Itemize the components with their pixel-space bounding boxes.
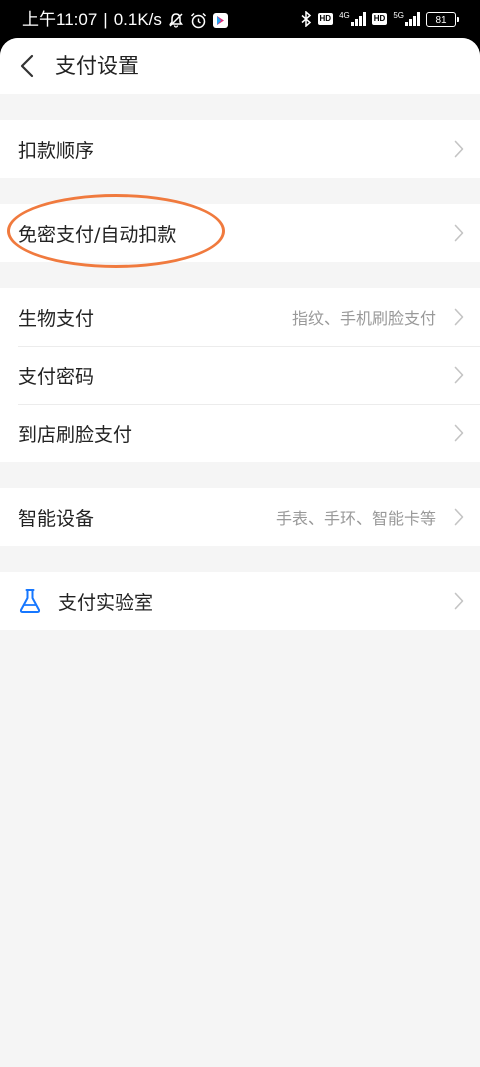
section-security: 生物支付 指纹、手机刷脸支付 支付密码 到店刷脸支付 — [0, 288, 480, 462]
chevron-right-icon — [454, 424, 464, 442]
hd-badge-1: HD — [317, 13, 334, 25]
deduction-order-row[interactable]: 扣款顺序 — [0, 120, 480, 178]
signal-icon: 4G — [339, 12, 366, 26]
nav-bar: 支付设置 — [0, 38, 480, 94]
row-label: 到店刷脸支付 — [18, 423, 133, 446]
chevron-right-icon — [454, 508, 464, 526]
chevron-right-icon — [454, 224, 464, 242]
chevron-right-icon — [454, 366, 464, 384]
payment-settings-page: 支付设置 扣款顺序 免密支付/自动扣款 生物支付 指纹、手机刷脸支付 支付密码 … — [0, 38, 480, 1067]
battery-indicator: 81 — [426, 11, 459, 27]
in-store-face-payment-row[interactable]: 到店刷脸支付 — [0, 404, 480, 462]
chevron-right-icon — [454, 592, 464, 610]
status-time: 上午11:07 — [22, 10, 98, 29]
chevron-left-icon[interactable] — [16, 53, 40, 79]
section-lab: 支付实验室 — [0, 572, 480, 630]
password-free-payment-row[interactable]: 免密支付/自动扣款 — [0, 204, 480, 262]
smart-devices-row[interactable]: 智能设备 手表、手环、智能卡等 — [0, 488, 480, 546]
status-separator: | — [103, 10, 108, 29]
row-value: 指纹、手机刷脸支付 — [291, 309, 436, 328]
row-label: 智能设备 — [18, 507, 95, 530]
row-label: 支付实验室 — [58, 591, 154, 614]
biometric-payment-row[interactable]: 生物支付 指纹、手机刷脸支付 — [0, 288, 480, 346]
page-title: 支付设置 — [55, 54, 139, 78]
chevron-right-icon — [454, 308, 464, 326]
network-speed: 0.1K/s — [113, 10, 162, 29]
row-value: 手表、手环、智能卡等 — [275, 509, 436, 528]
row-label: 生物支付 — [18, 307, 95, 330]
flask-icon — [19, 589, 41, 613]
battery-level: 81 — [435, 14, 447, 26]
payment-lab-row[interactable]: 支付实验室 — [0, 572, 480, 630]
row-label: 扣款顺序 — [18, 139, 95, 162]
hd-badge-2: HD — [371, 13, 388, 25]
chevron-right-icon — [454, 140, 464, 158]
status-right: HD 4G HD 5G 81 — [301, 11, 459, 27]
status-bar: 上午11:07 | 0.1K/s HD 4G HD 5G 81 — [0, 0, 480, 38]
row-label: 支付密码 — [18, 365, 95, 388]
section-deduction-order: 扣款顺序 — [0, 120, 480, 178]
signal-icon-2: 5G — [393, 12, 420, 26]
row-label: 免密支付/自动扣款 — [18, 223, 177, 246]
bluetooth-icon — [301, 11, 311, 27]
payment-password-row[interactable]: 支付密码 — [0, 346, 480, 404]
section-auto-deduct: 免密支付/自动扣款 — [0, 204, 480, 262]
app-notification-icon — [212, 12, 228, 28]
network-type-1: 4G — [339, 11, 350, 20]
status-left: 上午11:07 | 0.1K/s — [22, 9, 228, 31]
section-smart-devices: 智能设备 手表、手环、智能卡等 — [0, 488, 480, 546]
mute-icon — [168, 13, 183, 28]
alarm-icon — [190, 12, 206, 28]
network-type-2: 5G — [393, 11, 404, 20]
